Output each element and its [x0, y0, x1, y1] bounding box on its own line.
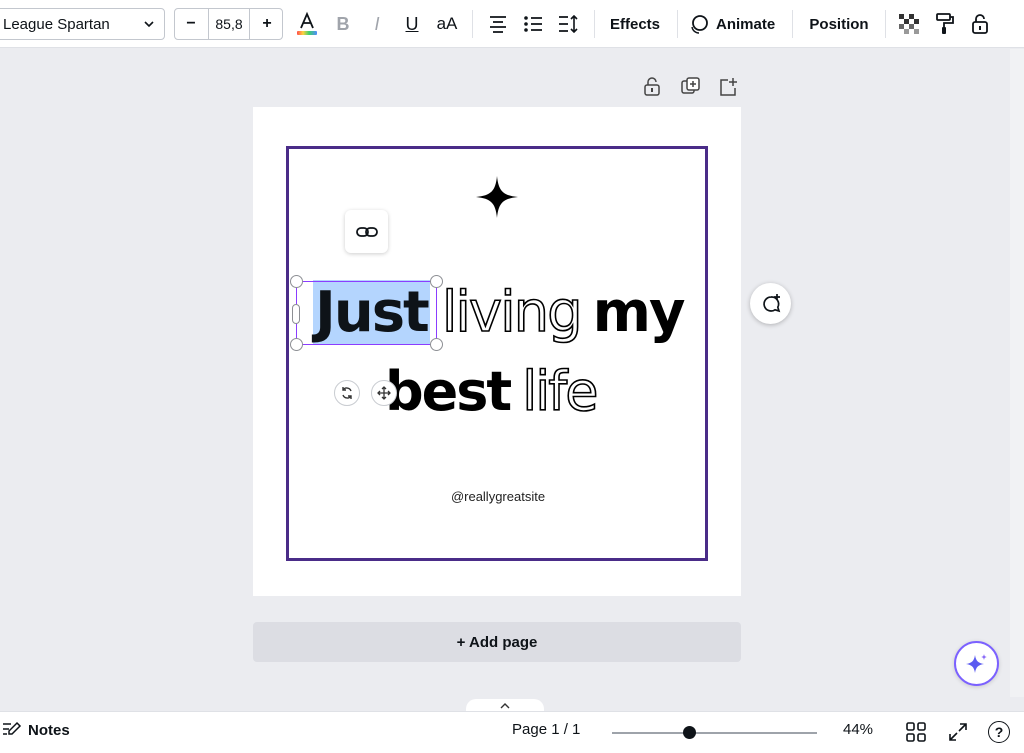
solid-word[interactable]: my — [593, 280, 686, 345]
notes-icon — [3, 721, 22, 735]
paint-roller-icon — [936, 13, 954, 34]
zoom-slider-knob[interactable] — [683, 726, 696, 739]
grid-view-button[interactable] — [906, 722, 926, 742]
outline-word[interactable]: living — [441, 279, 583, 346]
toolbar-divider — [677, 10, 678, 38]
italic-button[interactable]: I — [362, 8, 392, 40]
text-color-button[interactable] — [292, 8, 322, 40]
align-center-icon — [490, 16, 506, 33]
font-family-value: League Spartan — [3, 15, 110, 33]
animate-label: Animate — [716, 15, 776, 33]
sparkle-star-icon[interactable] — [476, 176, 518, 218]
notes-button[interactable]: Notes — [2, 721, 70, 739]
transparency-icon — [899, 14, 919, 34]
increase-font-size-button[interactable]: + — [251, 9, 283, 39]
resize-handle-left[interactable] — [292, 304, 300, 324]
add-page-icon-button[interactable] — [718, 77, 738, 102]
chevron-down-icon — [144, 21, 154, 28]
magic-assistant-button[interactable] — [954, 641, 999, 686]
add-comment-button[interactable] — [750, 283, 791, 324]
resize-handle-bottom-right[interactable] — [430, 338, 443, 351]
social-handle-text[interactable]: @reallygreatsite — [380, 489, 616, 504]
animate-icon — [691, 15, 708, 34]
effects-button[interactable]: Effects — [604, 8, 666, 40]
zoom-slider[interactable] — [612, 732, 817, 734]
page-indicator[interactable]: Page 1 / 1 — [512, 721, 580, 738]
headline-line-2[interactable]: best life — [385, 356, 599, 426]
fullscreen-button[interactable] — [948, 722, 968, 742]
page-lock-button[interactable] — [643, 77, 661, 102]
selection-box — [296, 281, 437, 345]
copy-style-button[interactable] — [930, 8, 960, 40]
link-icon — [355, 226, 378, 237]
duplicate-icon — [681, 77, 700, 94]
rotate-icon — [342, 387, 352, 399]
font-size-stepper: − 85,8 + — [174, 8, 283, 40]
toolbar-divider — [594, 10, 595, 38]
top-toolbar: League Spartan − 85,8 + B I U aA Effects… — [0, 0, 1024, 48]
grid-view-icon — [906, 722, 926, 742]
link-button[interactable] — [345, 210, 388, 253]
font-size-input[interactable]: 85,8 — [208, 9, 250, 39]
toolbar-divider — [885, 10, 886, 38]
position-button[interactable]: Position — [804, 8, 874, 40]
rotate-button[interactable] — [334, 380, 360, 406]
resize-handle-bottom-left[interactable] — [290, 338, 303, 351]
duplicate-page-button[interactable] — [681, 77, 701, 102]
notes-label: Notes — [28, 721, 70, 739]
list-button[interactable] — [518, 8, 548, 40]
spacing-button[interactable] — [553, 8, 583, 40]
comment-add-icon — [762, 293, 780, 312]
outline-word[interactable]: life — [521, 359, 599, 424]
zoom-level[interactable]: 44% — [843, 721, 873, 738]
letter-case-button[interactable]: aA — [432, 8, 462, 40]
bold-button[interactable]: B — [328, 8, 358, 40]
align-button[interactable] — [483, 8, 513, 40]
toolbar-divider — [472, 10, 473, 38]
add-page-button[interactable]: + Add page — [253, 622, 741, 662]
transparency-button[interactable] — [894, 8, 924, 40]
lock-button[interactable] — [965, 8, 995, 40]
chevron-up-icon — [500, 703, 510, 709]
solid-word[interactable]: best — [385, 360, 512, 423]
font-family-select[interactable]: League Spartan — [0, 8, 165, 40]
unlock-icon — [644, 77, 660, 96]
bullet-list-icon — [524, 16, 542, 32]
resize-handle-top-left[interactable] — [290, 275, 303, 288]
resize-handle-top-right[interactable] — [430, 275, 443, 288]
move-icon — [377, 386, 391, 400]
help-button[interactable]: ? — [988, 721, 1010, 743]
toolbar-divider — [792, 10, 793, 38]
sparkles-icon — [965, 653, 987, 673]
unlock-icon — [972, 14, 988, 34]
line-spacing-icon — [559, 15, 578, 33]
vertical-scrollbar[interactable] — [1010, 49, 1024, 697]
animate-button[interactable]: Animate — [688, 8, 780, 40]
expand-icon — [949, 723, 967, 741]
add-page-icon — [720, 78, 737, 96]
decrease-font-size-button[interactable]: − — [175, 9, 207, 39]
underline-button[interactable]: U — [397, 8, 427, 40]
text-color-icon — [297, 11, 317, 35]
move-button[interactable] — [371, 380, 397, 406]
